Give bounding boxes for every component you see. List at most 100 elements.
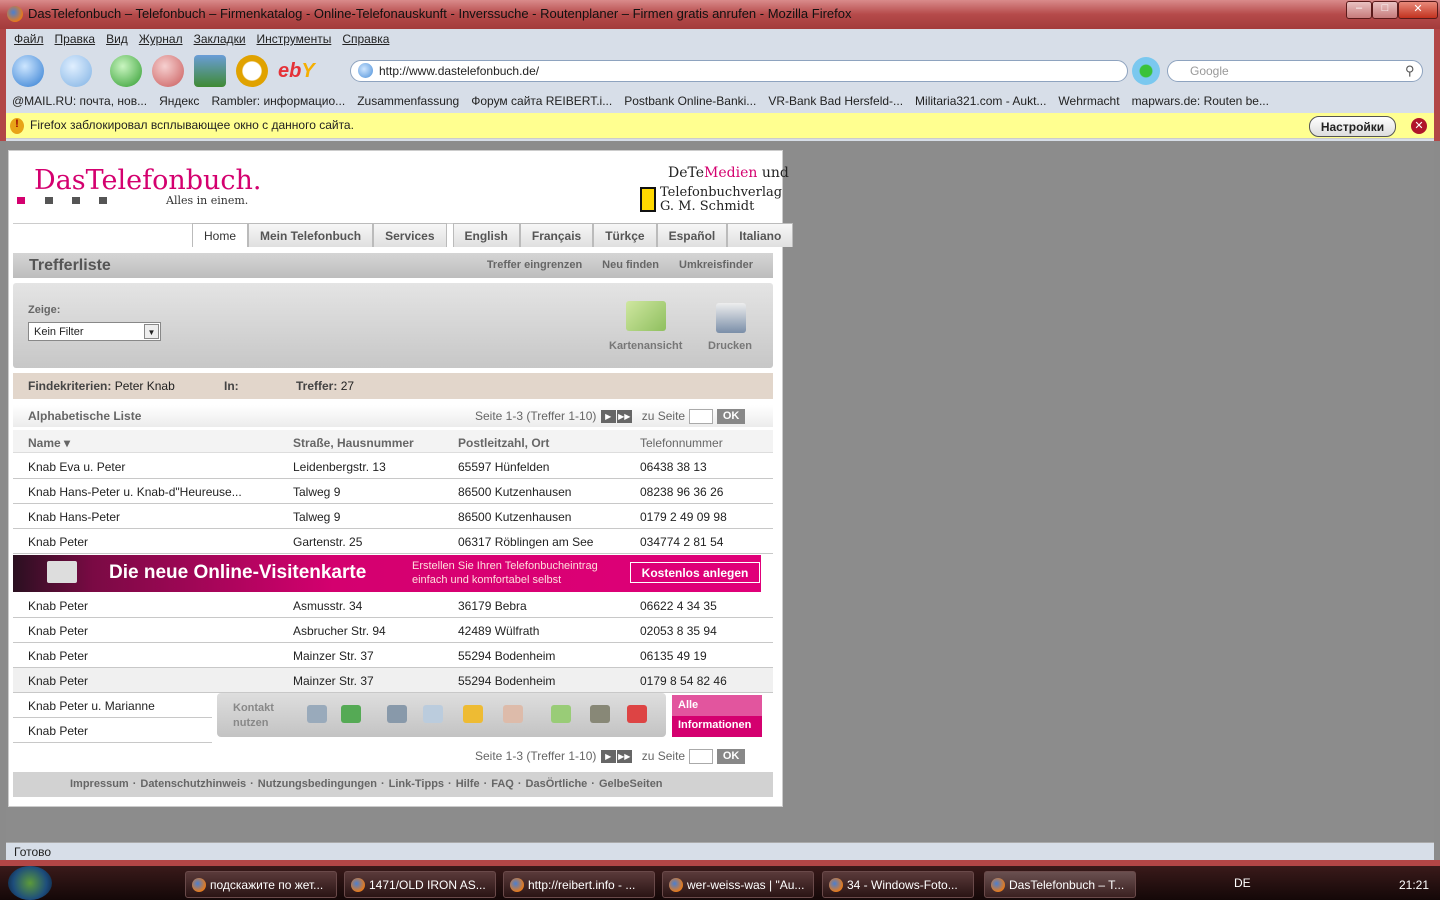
menu-history[interactable]: Журнал (139, 32, 183, 46)
clock[interactable]: 21:21 (1399, 878, 1429, 892)
table-row[interactable]: Knab Peter (13, 718, 212, 743)
footer-link[interactable]: GelbeSeiten (599, 778, 663, 790)
maximize-button[interactable]: □ (1372, 1, 1398, 19)
tab-mein-telefonbuch[interactable]: Mein Telefonbuch (248, 223, 374, 247)
taskbar-button[interactable]: wer-weiss-was | "Au... (662, 871, 814, 898)
print-icon[interactable] (716, 303, 746, 333)
table-row[interactable]: Knab Peter Mainzer Str. 37 55294 Bodenheim… (13, 668, 773, 693)
table-row[interactable]: Knab Peter Gartenstr. 25 06317 Röblingen a… (13, 529, 773, 554)
route-icon[interactable] (590, 705, 610, 723)
tab-turkce[interactable]: Türkçe (593, 223, 657, 247)
cell-name[interactable]: Knab Peter (28, 724, 88, 738)
ok-button[interactable]: OK (717, 749, 746, 765)
start-button[interactable] (8, 866, 52, 900)
footer-link[interactable]: Impressum (70, 778, 129, 790)
ad-banner[interactable]: Die neue Online-Visitenkarte Erstellen S… (13, 555, 761, 592)
bookmark[interactable]: Zusammenfassung (357, 94, 459, 108)
new-search-link[interactable]: Neu finden (602, 259, 659, 271)
footer-link[interactable]: Link-Tipps (389, 778, 444, 790)
cell-name[interactable]: Knab Eva u. Peter (28, 460, 125, 474)
bookmark[interactable]: Яндекс (159, 94, 199, 108)
menu-help[interactable]: Справка (342, 32, 389, 46)
reload-icon[interactable] (110, 55, 142, 87)
cell-name[interactable]: Knab Peter (28, 649, 88, 663)
email-icon[interactable] (463, 705, 483, 723)
tab-francais[interactable]: Français (519, 223, 594, 247)
radius-finder-link[interactable]: Umkreisfinder (679, 259, 753, 271)
stop-icon[interactable] (152, 55, 184, 87)
close-button[interactable]: ✕ (1398, 1, 1438, 19)
tab-english[interactable]: English (452, 223, 520, 247)
language-indicator[interactable]: DE (1234, 876, 1251, 890)
bookmark[interactable]: @MAIL.RU: почта, нов... (12, 94, 147, 108)
footer-link[interactable]: Nutzungsbedingungen (258, 778, 377, 790)
home-icon[interactable] (194, 55, 226, 87)
taskbar-button[interactable]: 1471/OLD IRON AS... (344, 871, 496, 898)
table-row[interactable]: Knab Hans-Peter Talweg 9 86500 Kutzenhause… (13, 504, 773, 529)
chevron-down-icon[interactable]: ▼ (144, 324, 159, 339)
site-logo[interactable]: DasTelefonbuch. (34, 165, 262, 196)
cell-name[interactable]: Knab Hans-Peter u. Knab-d"Heureuse... (28, 485, 242, 499)
cell-name[interactable]: Knab Hans-Peter (28, 510, 120, 524)
table-row[interactable]: Knab Eva u. Peter Leidenbergstr. 13 65597 … (13, 454, 773, 479)
cell-name[interactable]: Knab Peter (28, 599, 88, 613)
footer-link[interactable]: FAQ (491, 778, 514, 790)
settings-button[interactable]: Настройки (1309, 116, 1396, 137)
print-icon[interactable] (387, 705, 407, 723)
map-view-button[interactable]: Kartenansicht (609, 340, 682, 352)
cell-name[interactable]: Knab Peter (28, 624, 88, 638)
taskbar-button[interactable]: подскажите по жет... (185, 871, 337, 898)
bookmark[interactable]: Форум сайта REIBERT.i... (471, 94, 612, 108)
next-page-icon[interactable]: ▶ (600, 410, 616, 424)
last-page-icon[interactable]: ▶▶ (616, 410, 632, 424)
tab-espanol[interactable]: Español (656, 223, 728, 247)
refine-link[interactable]: Treffer eingrenzen (487, 259, 582, 271)
table-row[interactable]: Knab Hans-Peter u. Knab-d"Heureuse... Tal… (13, 479, 773, 504)
print-button[interactable]: Drucken (708, 340, 752, 352)
alarm-clock-icon[interactable] (236, 55, 268, 87)
search-icon[interactable]: ⚲ (1405, 63, 1415, 79)
taskbar-button[interactable]: 34 - Windows-Foto... (822, 871, 974, 898)
close-notification-icon[interactable]: ✕ (1411, 118, 1427, 134)
search-input[interactable]: Google (1167, 60, 1423, 82)
bookmark[interactable]: Militaria321.com - Aukt... (915, 94, 1046, 108)
minimize-button[interactable]: – (1346, 1, 1372, 19)
send-icon[interactable] (423, 705, 443, 723)
page-input[interactable] (689, 409, 714, 425)
ebay-icon[interactable]: ebY (278, 60, 315, 83)
table-row[interactable]: Knab Peter Mainzer Str. 37 55294 Bodenheim… (13, 643, 773, 668)
map-icon[interactable] (551, 705, 571, 723)
cell-name[interactable]: Knab Peter (28, 674, 88, 688)
forward-icon[interactable] (60, 55, 92, 87)
url-bar[interactable]: http://www.dastelefonbuch.de/ (350, 60, 1128, 82)
bookmark[interactable]: VR-Bank Bad Hersfeld-... (768, 94, 903, 108)
table-row[interactable]: Knab Peter u. Marianne (13, 693, 212, 718)
window-title-bar[interactable]: DasTelefonbuch – Telefonbuch – Firmenkat… (0, 0, 1440, 29)
ok-button[interactable]: OK (717, 409, 746, 425)
page-input[interactable] (689, 749, 714, 765)
download-icon[interactable] (341, 705, 361, 723)
menu-view[interactable]: Вид (106, 32, 128, 46)
footer-link[interactable]: Datenschutzhinweis (140, 778, 246, 790)
col-name[interactable]: Name ▾ (28, 436, 70, 450)
taskbar-button[interactable]: DasTelefonbuch – T... (984, 871, 1136, 898)
all-info-button[interactable]: Alle Informationen (672, 695, 762, 737)
bookmark[interactable]: Rambler: информацио... (211, 94, 345, 108)
footer-link[interactable]: Hilfe (456, 778, 480, 790)
menu-bookmarks[interactable]: Закладки (194, 32, 246, 46)
back-icon[interactable] (12, 55, 44, 87)
bookmark[interactable]: mapwars.de: Routen be... (1132, 94, 1269, 108)
tab-services[interactable]: Services (373, 223, 447, 247)
bookmark[interactable]: Postbank Online-Banki... (624, 94, 756, 108)
tab-home[interactable]: Home (192, 223, 249, 247)
edit-icon[interactable] (307, 705, 327, 723)
create-free-button[interactable]: Kostenlos anlegen (630, 562, 760, 583)
dasoertliche-icon[interactable] (627, 705, 647, 723)
sms-icon[interactable] (503, 705, 523, 723)
table-row[interactable]: Knab Peter Asmusstr. 34 36179 Bebra 06622 4… (13, 593, 773, 618)
footer-link[interactable]: DasÖrtliche (526, 778, 588, 790)
bookmark[interactable]: Wehrmacht (1058, 94, 1119, 108)
cell-name[interactable]: Knab Peter (28, 535, 88, 549)
menu-edit[interactable]: Правка (55, 32, 96, 46)
next-page-icon[interactable]: ▶ (600, 750, 616, 764)
